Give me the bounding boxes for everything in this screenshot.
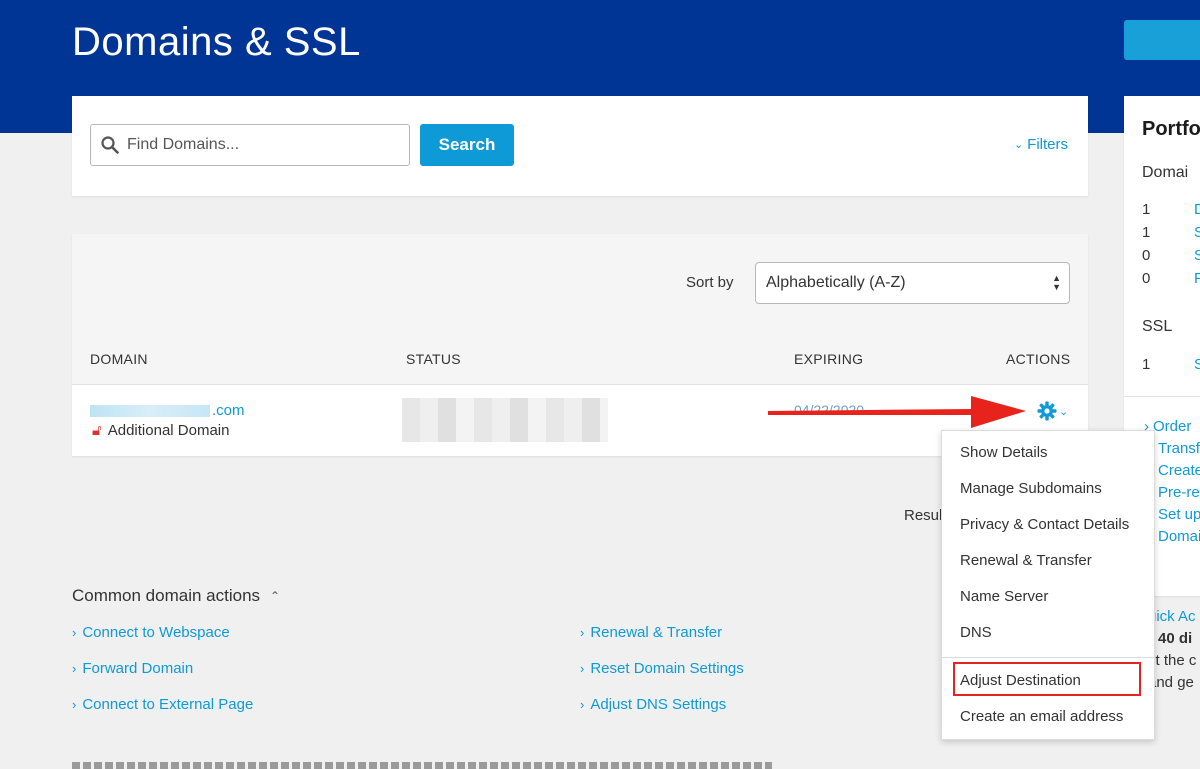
search-input[interactable]: [127, 131, 403, 159]
quick-actions-title[interactable]: uick Ac: [1148, 608, 1200, 630]
search-button[interactable]: Search: [420, 124, 514, 166]
link-renewal-transfer[interactable]: › Renewal & Transfer: [580, 624, 722, 641]
link-label: Order: [1153, 418, 1192, 435]
link-reset-domain-settings[interactable]: › Reset Domain Settings: [580, 660, 744, 677]
redacted-status: [402, 398, 608, 442]
menu-item-create-email[interactable]: Create an email address: [960, 708, 1123, 725]
link-label: Connect to Webspace: [82, 624, 230, 641]
sidebar-domain-link[interactable]: D: [1194, 201, 1200, 218]
header-action-button[interactable]: [1124, 20, 1200, 60]
menu-item-show-details[interactable]: Show Details: [960, 444, 1048, 461]
sidebar-ssl-heading: SSL: [1142, 318, 1173, 335]
column-header-actions: ACTIONS: [1006, 351, 1071, 367]
gear-icon: [1037, 401, 1057, 421]
chevron-right-icon: ›: [580, 625, 585, 640]
link-connect-to-external-page[interactable]: › Connect to External Page: [72, 696, 253, 713]
domain-count: 1: [1142, 201, 1151, 218]
link-label: Adjust DNS Settings: [590, 696, 727, 713]
domain-count: 0: [1142, 247, 1151, 264]
sidebar-action-link[interactable]: Domai: [1158, 528, 1200, 545]
cut-off-text: [72, 762, 772, 769]
chevron-up-icon: ⌃: [270, 589, 281, 603]
chevron-right-icon: ›: [580, 661, 585, 676]
sidebar-title: Portfo: [1142, 118, 1200, 140]
link-label: Domai: [1158, 528, 1200, 545]
search-icon: [101, 136, 119, 154]
sidebar-domains-heading: Domai: [1142, 164, 1189, 181]
actions-dropdown-menu: Show Details Manage Subdomains Privacy &…: [941, 430, 1155, 740]
menu-item-privacy-contact[interactable]: Privacy & Contact Details: [960, 516, 1129, 533]
sidebar-divider: [1124, 396, 1200, 397]
search-box: [90, 124, 410, 166]
sidebar-action-link[interactable]: Create: [1158, 462, 1200, 479]
menu-item-manage-subdomains[interactable]: Manage Subdomains: [960, 480, 1102, 497]
sidebar-action-link[interactable]: Transf: [1158, 440, 1200, 457]
chevron-down-icon: ⌄: [1013, 139, 1024, 151]
common-actions-title: Common domain actions: [72, 586, 261, 605]
domain-count: 1: [1142, 224, 1151, 241]
chevron-right-icon: ›: [72, 625, 77, 640]
sidebar-domain-link[interactable]: S: [1194, 247, 1200, 264]
link-forward-domain[interactable]: › Forward Domain: [72, 660, 193, 677]
link-label: Connect to External Page: [82, 696, 254, 713]
sidebar-ssl-link[interactable]: S: [1194, 356, 1200, 373]
quick-actions-snippet: uick Ac r 40 di ct the c and ge: [1148, 608, 1200, 696]
sort-label: Sort by: [686, 274, 734, 291]
sidebar-action-link[interactable]: Pre-re: [1158, 484, 1200, 501]
domain-type-label: Additional Domain: [107, 422, 230, 439]
sort-value: Alphabetically (A-Z): [766, 274, 906, 291]
domain-count: 0: [1142, 270, 1151, 287]
ssl-count: 1: [1142, 356, 1151, 373]
menu-divider: [942, 657, 1154, 658]
domain-type: 🔓︎ Additional Domain: [92, 422, 229, 439]
link-label: Pre-re: [1158, 484, 1200, 501]
common-actions-toggle[interactable]: Common domain actions ⌃: [72, 586, 280, 606]
link-connect-to-webspace[interactable]: › Connect to Webspace: [72, 624, 230, 641]
quick-actions-text: r 40 di: [1148, 630, 1193, 647]
actions-gear-button[interactable]: ⌄: [1037, 401, 1068, 421]
unlocked-lock-icon: 🔓︎: [92, 422, 102, 439]
menu-item-name-server[interactable]: Name Server: [960, 588, 1048, 605]
select-arrows-icon: ▲ ▼: [1052, 273, 1061, 292]
domain-name-link[interactable]: .com: [90, 402, 245, 419]
sort-select[interactable]: Alphabetically (A-Z) ▲ ▼: [755, 262, 1070, 304]
results-label: Resul: [904, 507, 943, 524]
link-label: Create: [1158, 462, 1200, 479]
quick-actions-text: ct the c: [1148, 652, 1197, 669]
menu-item-adjust-destination[interactable]: Adjust Destination: [960, 672, 1081, 689]
annotation-arrow-icon: [768, 396, 1026, 428]
search-card: Search ⌄ Filters: [72, 96, 1088, 196]
link-label: Reset Domain Settings: [590, 660, 744, 677]
link-label: Renewal & Transfer: [590, 624, 723, 641]
domain-suffix: .com: [212, 402, 245, 419]
redacted-domain: [90, 405, 210, 418]
menu-item-dns[interactable]: DNS: [960, 624, 992, 641]
quick-actions-text: and ge: [1148, 674, 1194, 691]
page-title: Domains & SSL: [72, 20, 361, 64]
chevron-right-icon: ›: [72, 661, 77, 676]
column-header-domain: DOMAIN: [90, 351, 148, 367]
menu-item-renewal-transfer[interactable]: Renewal & Transfer: [960, 552, 1092, 569]
sidebar-domain-link[interactable]: S: [1194, 224, 1200, 241]
column-header-expiring: EXPIRING: [794, 351, 864, 367]
chevron-down-icon: ⌄: [1059, 405, 1069, 418]
filters-toggle[interactable]: ⌄ Filters: [1014, 136, 1068, 153]
column-header-status: STATUS: [406, 351, 461, 367]
filters-label: Filters: [1027, 136, 1068, 153]
chevron-right-icon: ›: [580, 697, 585, 712]
sidebar-domain-link[interactable]: F: [1194, 270, 1200, 287]
link-adjust-dns-settings[interactable]: › Adjust DNS Settings: [580, 696, 726, 713]
link-label: Set up: [1158, 506, 1200, 523]
chevron-right-icon: ›: [72, 697, 77, 712]
sidebar-action-link[interactable]: Set up: [1158, 506, 1200, 523]
link-label: Transf: [1158, 440, 1200, 457]
link-label: Forward Domain: [82, 660, 194, 677]
